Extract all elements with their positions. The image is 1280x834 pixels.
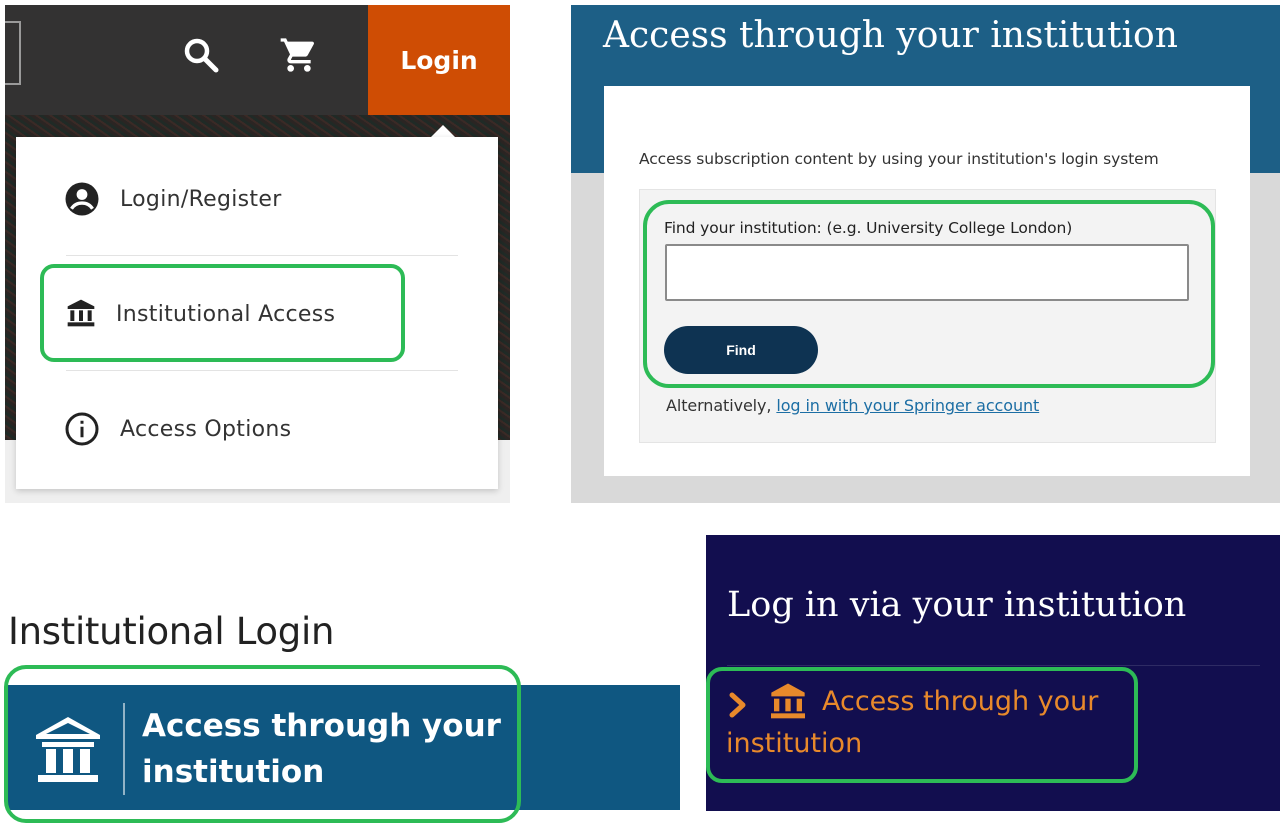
springer-login-link[interactable]: log in with your Springer account xyxy=(776,396,1039,415)
login-button[interactable]: Login xyxy=(368,5,510,115)
chevron-right-icon xyxy=(728,690,748,720)
cart-icon[interactable] xyxy=(277,33,321,77)
institutional-login-title: Institutional Login xyxy=(8,610,335,653)
site-header: Login xyxy=(5,5,510,115)
access-button-label: Access through your institution xyxy=(142,708,501,790)
login-dropdown-panel: Login Login/Register Institutional Acces… xyxy=(5,5,510,503)
search-icon[interactable] xyxy=(179,33,223,77)
menu-item-institutional-access[interactable]: Institutional Access xyxy=(16,274,498,354)
button-divider xyxy=(123,703,125,795)
menu-item-label: Login/Register xyxy=(120,186,282,212)
menu-divider xyxy=(66,370,458,371)
menu-item-access-options[interactable]: Access Options xyxy=(16,389,498,469)
page-title: Access through your institution xyxy=(603,15,1178,56)
account-circle-icon xyxy=(64,181,100,217)
menu-item-label: Institutional Access xyxy=(116,301,336,327)
menu-item-label: Access Options xyxy=(120,416,292,442)
institution-icon xyxy=(30,711,106,787)
alternative-login-text: Alternatively, log in with your Springer… xyxy=(666,396,1039,415)
menu-divider xyxy=(66,255,458,256)
institution-search-input[interactable] xyxy=(665,244,1189,301)
bank-icon xyxy=(768,681,808,721)
bank-icon xyxy=(64,296,98,330)
institution-access-form-panel: Access through your institution Access s… xyxy=(571,5,1280,503)
login-via-title: Log in via your institution xyxy=(727,585,1187,625)
access-card: Access subscription content by using you… xyxy=(604,86,1250,476)
find-button[interactable]: Find xyxy=(664,326,818,374)
menu-item-login-register[interactable]: Login/Register xyxy=(16,159,498,239)
login-via-institution-panel: Log in via your institution Access throu… xyxy=(706,535,1280,811)
login-dropdown-menu: Login/Register Institutional Access Acce… xyxy=(16,137,498,489)
access-through-institution-button[interactable]: Access through your institution xyxy=(8,685,680,810)
search-field-edge[interactable] xyxy=(5,21,21,85)
info-icon xyxy=(64,411,100,447)
institution-field-label: Find your institution: (e.g. University … xyxy=(664,219,1073,237)
alternative-prefix: Alternatively, xyxy=(666,396,777,415)
divider xyxy=(727,665,1260,666)
card-description: Access subscription content by using you… xyxy=(639,150,1159,168)
